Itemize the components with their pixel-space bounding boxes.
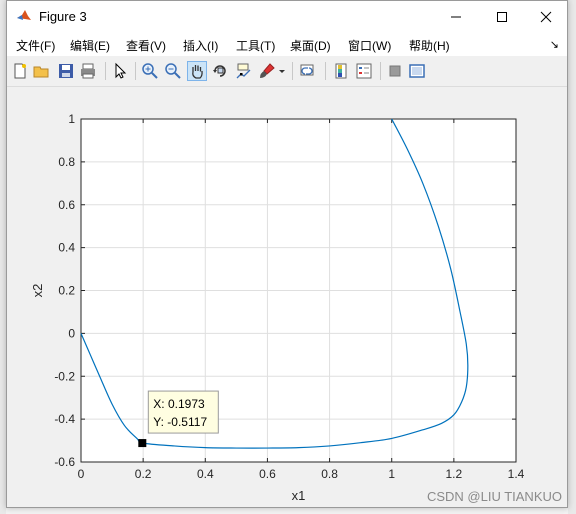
colorbar-icon[interactable]: [332, 62, 350, 80]
save-icon[interactable]: [57, 62, 75, 80]
background-window-right: [568, 0, 576, 514]
matlab-logo-icon: [16, 8, 32, 24]
y-tick-label: -0.6: [54, 455, 75, 469]
menu-help[interactable]: 帮助(H): [409, 37, 450, 54]
menu-window[interactable]: 窗口(W): [348, 37, 391, 54]
x-tick-label: 0.6: [259, 467, 276, 481]
minimize-button[interactable]: [433, 1, 479, 32]
plot-area[interactable]: 0 0.2 0.4 0.6 0.8 1 1.2 1.4 -0.6 -0.4 -0.2 0 0.2 0.4 0…: [7, 87, 567, 507]
maximize-icon: [497, 12, 507, 22]
line-plot[interactable]: 0 0.2 0.4 0.6 0.8 1 1.2 1.4 -0.6 -0.4 -0.2 0 0.2 0.4 0…: [7, 87, 567, 507]
zoom-in-icon[interactable]: [141, 62, 159, 80]
toolbar-separator: [380, 62, 381, 80]
x-tick-label: 1.4: [508, 467, 525, 481]
figure-toolbar: [7, 56, 567, 87]
x-tick-label: 0: [78, 467, 85, 481]
y-axis-label: x2: [30, 284, 45, 298]
datatip-y-label: Y: -0.5117: [153, 415, 207, 429]
double-chevron-icon[interactable]: ↘: [550, 38, 559, 51]
x-tick-label: 0.2: [135, 467, 152, 481]
rotate-3d-icon[interactable]: [211, 62, 229, 80]
menu-file[interactable]: 文件(F): [16, 37, 55, 54]
y-tick-label: 0.4: [58, 241, 75, 255]
menu-bar: 文件(F) 编辑(E) 查看(V) 插入(I) 工具(T) 桌面(D) 窗口(W…: [7, 32, 567, 56]
y-tick-label: 0: [68, 326, 75, 340]
print-icon[interactable]: [79, 62, 97, 80]
y-tick-label: -0.4: [54, 412, 75, 426]
legend-icon[interactable]: [355, 62, 373, 80]
menu-edit[interactable]: 编辑(E): [70, 37, 110, 54]
window-title: Figure 3: [39, 9, 87, 24]
link-plot-icon[interactable]: [299, 62, 317, 80]
close-icon: [540, 11, 552, 23]
x-axis-label: x1: [292, 488, 306, 503]
menu-view[interactable]: 查看(V): [126, 37, 166, 54]
datatip-x-label: X: 0.1973: [153, 397, 205, 411]
y-tick-label: 0.8: [58, 155, 75, 169]
y-tick-label: 0.2: [58, 284, 75, 298]
brush-icon[interactable]: [258, 62, 276, 80]
menu-desktop[interactable]: 桌面(D): [290, 37, 331, 54]
toolbar-separator: [135, 62, 136, 80]
minimize-icon: [451, 16, 461, 18]
toolbar-separator: [105, 62, 106, 80]
open-icon[interactable]: [33, 62, 51, 80]
figure-window: Figure 3 文件(F) 编辑(E) 查看(V) 插入(I) 工具(T) 桌…: [6, 0, 568, 508]
pan-hand-icon[interactable]: [187, 61, 207, 81]
menu-insert[interactable]: 插入(I): [183, 37, 218, 54]
menu-tools[interactable]: 工具(T): [236, 37, 275, 54]
new-figure-icon[interactable]: [11, 62, 29, 80]
y-tick-label: 1: [68, 112, 75, 126]
x-tick-label: 0.8: [321, 467, 338, 481]
zoom-out-icon[interactable]: [164, 62, 182, 80]
x-tick-label: 1: [388, 467, 395, 481]
select-arrow-icon[interactable]: [111, 62, 129, 80]
toolbar-separator: [292, 62, 293, 80]
datatip-box[interactable]: X: 0.1973 Y: -0.5117: [147, 390, 219, 434]
y-tick-label: 0.6: [58, 198, 75, 212]
title-bar: Figure 3: [7, 1, 567, 32]
chevron-down-icon[interactable]: [278, 62, 286, 80]
datatip-marker[interactable]: [138, 439, 147, 448]
x-tick-label: 1.2: [446, 467, 463, 481]
hide-plot-tools-icon[interactable]: [386, 62, 404, 80]
show-plot-tools-icon[interactable]: [408, 62, 426, 80]
data-cursor-icon[interactable]: [235, 62, 253, 80]
x-tick-label: 0.4: [197, 467, 214, 481]
watermark: CSDN @LIU TIANKUO: [426, 489, 562, 504]
grid-lines: [80, 118, 517, 463]
maximize-button[interactable]: [479, 1, 525, 32]
y-tick-label: -0.2: [54, 369, 75, 383]
toolbar-separator: [325, 62, 326, 80]
close-button[interactable]: [523, 1, 569, 32]
